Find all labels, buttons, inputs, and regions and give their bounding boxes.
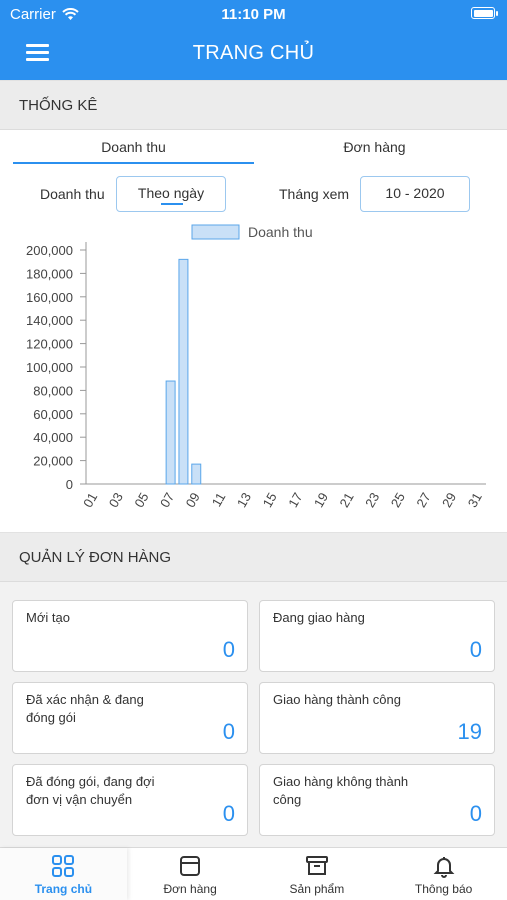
x-tick-label: 17 [285,490,305,510]
x-tick-label: 21 [336,490,356,510]
order-card-count: 0 [469,637,482,662]
order-card-label: Đang giao hàng [273,610,365,625]
status-bar: Carrier 11:10 PM [0,0,507,28]
x-tick-label: 01 [80,490,100,510]
order-cards: Mới tạo 0 Đang giao hàng 0 Đã xác nhận &… [0,582,507,850]
y-tick-label: 180,000 [26,266,73,281]
x-tick-label: 03 [106,490,126,510]
y-tick-label: 200,000 [26,243,73,258]
order-card-count: 0 [469,801,482,826]
month-filter-label: Tháng xem [279,186,350,202]
tab-revenue[interactable]: Doanh thu [13,130,254,164]
order-card-label: Giao hàng không thành công [273,774,409,807]
stats-panel: Doanh thu Đơn hàng Doanh thu Theo ngày T… [0,130,507,533]
month-select-value: 10 - 2020 [385,185,445,201]
orders-section-title: QUẢN LÝ ĐƠN HÀNG [0,532,507,582]
grid-icon [52,855,75,877]
x-tick-label: 09 [183,490,203,510]
y-tick-label: 60,000 [33,407,73,422]
x-tick-label: 29 [439,490,459,510]
order-card-delivered[interactable]: Giao hàng thành công 19 [259,682,495,754]
legend-label: Doanh thu [248,224,313,240]
order-icon [180,856,201,876]
tabbar-home[interactable]: Trang chủ [0,848,127,900]
y-tick-label: 20,000 [33,454,73,469]
x-tick-label: 11 [209,490,229,509]
order-card-label: Đã đóng gói, đang đợi đơn vị vận chuyển [26,774,155,807]
status-time: 11:10 PM [221,6,286,23]
page-title: TRANG CHỦ [192,42,315,64]
stats-section-title: THỐNG KÊ [0,80,507,130]
order-card-label: Mới tạo [26,610,70,625]
legend-swatch [191,224,240,240]
y-tick-label: 120,000 [26,337,73,352]
x-tick-label: 31 [465,490,485,510]
period-select[interactable]: Theo ngày [116,176,226,212]
y-tick-label: 80,000 [33,383,73,398]
y-tick-label: 160,000 [26,290,73,305]
y-tick-label: 0 [66,477,73,492]
archive-icon [305,856,328,875]
order-card-count: 0 [222,801,235,826]
tabbar-orders[interactable]: Đơn hàng [127,848,254,900]
bar-07 [165,380,176,485]
y-tick-label: 140,000 [26,313,73,328]
x-tick-label: 27 [413,490,433,510]
order-card-label: Đã xác nhận & đang đóng gói [26,692,144,725]
order-card-label: Giao hàng thành công [273,692,401,707]
period-select-value: Theo ngày [137,185,205,201]
x-tick-label: 15 [260,490,280,510]
order-card-awaiting-carrier[interactable]: Đã đóng gói, đang đợi đơn vị vận chuyển … [12,764,248,836]
order-card-confirmed-packing[interactable]: Đã xác nhận & đang đóng gói 0 [12,682,248,754]
order-card-delivery-failed[interactable]: Giao hàng không thành công 0 [259,764,495,836]
order-card-count: 0 [222,719,235,744]
x-tick-label: 13 [234,490,254,510]
order-card-count: 19 [457,719,482,744]
tabbar-label: Đơn hàng [163,882,217,896]
order-card-shipping[interactable]: Đang giao hàng 0 [259,600,495,672]
revenue-chart: Doanh thu 0 20,000 40,000 60,000 80,000 100,00… [26,224,486,510]
bottom-tab-bar: Trang chủ Đơn hàng Sản phẩm Thông báo [0,847,507,900]
bell-icon [433,857,455,878]
tabbar-products[interactable]: Sản phẩm [254,848,381,900]
order-card-new[interactable]: Mới tạo 0 [12,600,248,672]
tabbar-label: Thông báo [414,882,473,896]
y-tick-label: 100,000 [26,360,73,375]
tabbar-notifications[interactable]: Thông báo [380,848,507,900]
x-tick-label: 19 [311,490,331,510]
tab-orders[interactable]: Đơn hàng [254,130,495,164]
bar-08 [178,258,189,485]
app-header: Carrier 11:10 PM TRANG CHỦ [0,0,507,80]
order-card-count: 0 [222,637,235,662]
x-tick-label: 25 [388,490,408,510]
bar-09 [191,463,202,485]
x-tick-label: 07 [157,490,177,510]
x-tick-label: 23 [362,490,382,510]
tabbar-label: Sản phẩm [289,882,345,896]
revenue-filter-label: Doanh thu [40,186,105,202]
month-select[interactable]: 10 - 2020 [360,176,470,212]
x-tick-label: 05 [131,490,151,510]
battery-icon [471,7,498,19]
tabbar-label: Trang chủ [34,882,93,896]
y-tick-label: 40,000 [33,430,73,445]
